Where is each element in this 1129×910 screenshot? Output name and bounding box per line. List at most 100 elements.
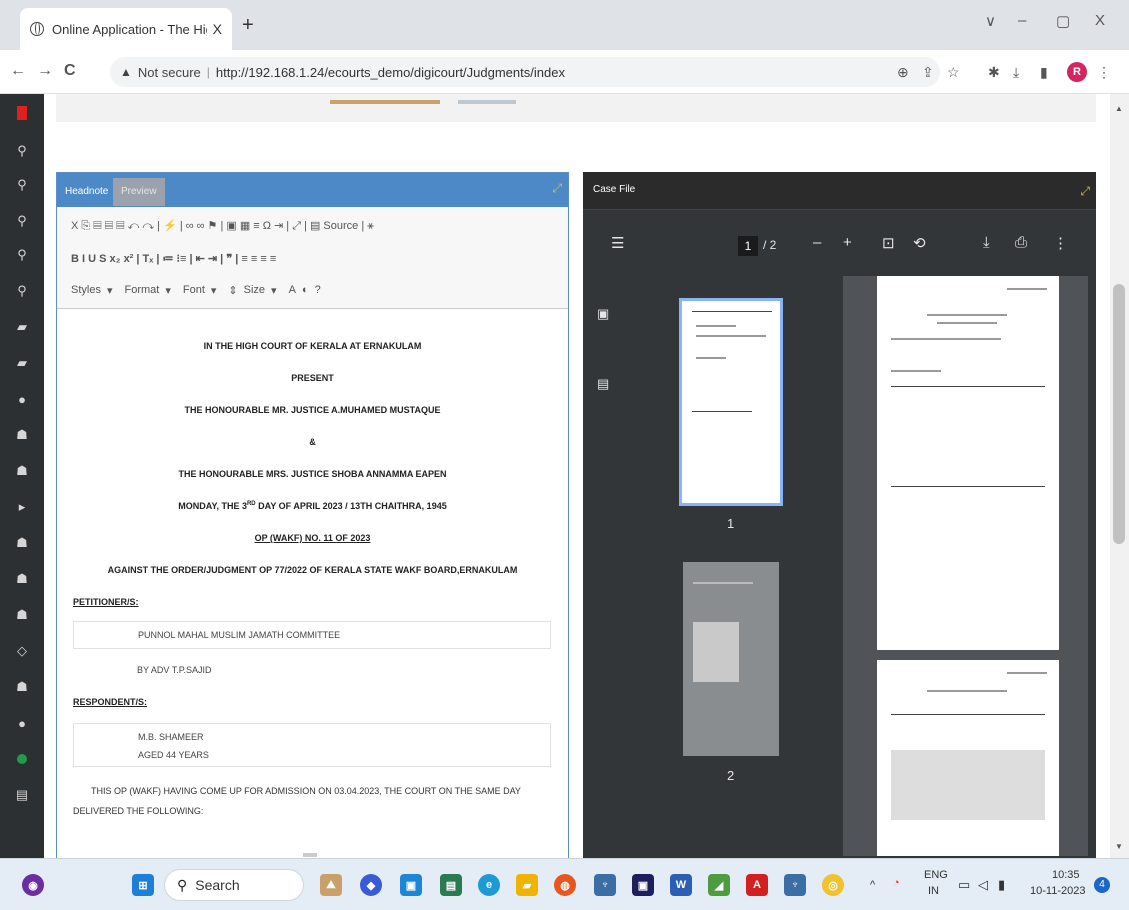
outline-icon[interactable]: ▤ (597, 376, 609, 392)
share-icon[interactable]: ⇪ (922, 64, 934, 81)
fit-page-icon[interactable]: ⊡ (882, 234, 895, 252)
expand-icon[interactable]: ⤢ (552, 181, 562, 196)
taskbar-search[interactable]: ⚲ Search (164, 869, 304, 901)
not-secure-label[interactable]: Not secure (138, 65, 201, 80)
close-window-button[interactable]: X (1095, 12, 1105, 29)
terminal-icon[interactable]: ▣ (632, 874, 654, 896)
zoom-in-button[interactable]: + (843, 234, 852, 251)
page-scrollbar[interactable]: ▲ ▼ (1110, 94, 1129, 858)
users-icon[interactable]: ☗ (11, 424, 33, 446)
download-icon[interactable]: ⤓ (983, 234, 990, 251)
browser-menu-icon[interactable]: ⋮ (1097, 64, 1111, 81)
caret-right-icon[interactable]: ▸ (11, 496, 33, 518)
page-thumbnail-2[interactable] (683, 562, 779, 756)
scrollbar-thumb[interactable] (1113, 284, 1125, 544)
chevron-down-icon[interactable]: ▾ (107, 284, 113, 297)
tray-chevron-icon[interactable]: ^ (870, 879, 875, 891)
tab-headnote[interactable]: Headnote (57, 178, 116, 206)
status-icon[interactable] (11, 748, 33, 770)
start-button[interactable]: ⊞ (132, 874, 154, 896)
widgets-icon[interactable]: ⛰ (320, 874, 342, 896)
app-icon[interactable]: ◉ (22, 874, 44, 896)
scroll-up-icon[interactable]: ▲ (1115, 104, 1123, 113)
menu-icon[interactable]: ☰ (611, 234, 624, 252)
scroll-down-icon[interactable]: ▼ (1115, 842, 1123, 851)
address-bar[interactable]: ▲ Not secure | http://192.168.1.24/ecour… (110, 57, 940, 87)
edge-icon[interactable]: e (478, 874, 500, 896)
chrome-icon[interactable]: ◎ (822, 874, 844, 896)
primary-action-button[interactable] (330, 100, 440, 104)
clock-date[interactable]: 10-11-2023 (1030, 885, 1085, 897)
reload-button[interactable]: C (64, 62, 76, 80)
size-dropdown[interactable]: Size (244, 284, 265, 296)
tab-preview[interactable]: Preview (113, 178, 165, 206)
spreadsheet-icon[interactable]: ◢ (708, 874, 730, 896)
search-icon[interactable]: ⚲ (11, 210, 33, 232)
bookmark-star-icon[interactable]: ☆ (947, 64, 960, 81)
display-icon[interactable]: ▭ (958, 877, 970, 893)
diamond-icon[interactable]: ◇ (11, 640, 33, 662)
language-indicator[interactable]: ENG (924, 869, 948, 881)
keyboard-icon[interactable]: ▤ (11, 784, 33, 806)
folder-open-icon[interactable]: ▰ (11, 352, 33, 374)
download-icon[interactable]: ⤓ (1013, 64, 1019, 81)
profile-avatar[interactable]: R (1067, 62, 1087, 82)
file-explorer-icon[interactable]: ▰ (516, 874, 538, 896)
users-icon[interactable]: ☗ (11, 604, 33, 626)
pdf-page-viewer[interactable] (843, 276, 1088, 856)
notification-badge[interactable]: 4 (1094, 877, 1110, 893)
styles-dropdown[interactable]: Styles (71, 284, 101, 296)
extensions-icon[interactable]: ✱ (988, 64, 1000, 81)
editor-content[interactable]: IN THE HIGH COURT OF KERALA AT ERNAKULAM… (57, 309, 568, 858)
search-user-icon[interactable]: ⚲ (11, 140, 33, 162)
resize-handle[interactable] (303, 853, 317, 857)
store-icon[interactable]: ▣ (400, 874, 422, 896)
chat-icon[interactable]: ◆ (360, 874, 382, 896)
text-color-icon[interactable]: A (289, 284, 296, 296)
tab-search-dropdown-icon[interactable]: ∨ (985, 12, 996, 30)
back-button[interactable]: ← (10, 62, 26, 80)
secondary-action-button[interactable] (458, 100, 516, 104)
zoom-in-icon[interactable]: ⚲ (11, 244, 33, 266)
settings-icon[interactable]: ● (11, 388, 33, 410)
chevron-down-icon[interactable]: ▾ (271, 284, 277, 297)
users-icon[interactable]: ☗ (11, 568, 33, 590)
page-thumbnail-1[interactable] (679, 298, 783, 506)
chevron-down-icon[interactable]: ▾ (165, 284, 171, 297)
warning-icon[interactable]: ▲ (120, 65, 132, 79)
search-icon[interactable]: ⚲ (11, 174, 33, 196)
thumbnails-icon[interactable]: ▣ (597, 306, 609, 322)
page-number-input[interactable]: 1 (738, 236, 758, 256)
users-icon[interactable]: ☗ (11, 532, 33, 554)
font-dropdown[interactable]: Font (183, 284, 205, 296)
office-icon[interactable]: ▤ (440, 874, 462, 896)
pdf-icon[interactable] (11, 102, 33, 124)
help-icon[interactable]: ? (315, 284, 321, 296)
zoom-icon[interactable]: ⊕ (897, 64, 909, 81)
settings-icon[interactable]: ● (11, 712, 33, 734)
background-color-icon[interactable]: ◐ (302, 284, 309, 296)
line-height-icon[interactable]: ⇕ (228, 284, 237, 297)
new-tab-button[interactable]: + (242, 14, 254, 37)
browser-tab[interactable]: Online Application - The High C X (20, 8, 232, 50)
rotate-icon[interactable]: ⟲ (913, 234, 926, 252)
database-icon[interactable]: ♆ (784, 874, 806, 896)
clock-time[interactable]: 10:35 (1052, 869, 1080, 881)
word-icon[interactable]: W (670, 874, 692, 896)
firefox-icon[interactable]: ◍ (554, 874, 576, 896)
more-options-icon[interactable]: ⋮ (1053, 234, 1068, 252)
expand-icon[interactable]: ⤢ (1080, 184, 1090, 199)
tray-app-icon[interactable]: ◔ (893, 877, 900, 889)
restore-button[interactable]: ▢ (1056, 12, 1070, 30)
volume-icon[interactable]: ◁ (978, 877, 988, 893)
users-icon[interactable]: ☗ (11, 460, 33, 482)
tab-close-button[interactable]: X (213, 21, 222, 37)
chevron-down-icon[interactable]: ▾ (211, 284, 217, 297)
zoom-out-button[interactable]: – (813, 234, 821, 251)
battery-icon[interactable]: ▮ (998, 877, 1005, 893)
folder-icon[interactable]: ▰ (11, 316, 33, 338)
forward-button[interactable]: → (37, 62, 53, 80)
side-panel-icon[interactable]: ▮ (1040, 64, 1048, 81)
database-icon[interactable]: ♆ (594, 874, 616, 896)
print-icon[interactable]: ⎙ (1015, 234, 1027, 251)
